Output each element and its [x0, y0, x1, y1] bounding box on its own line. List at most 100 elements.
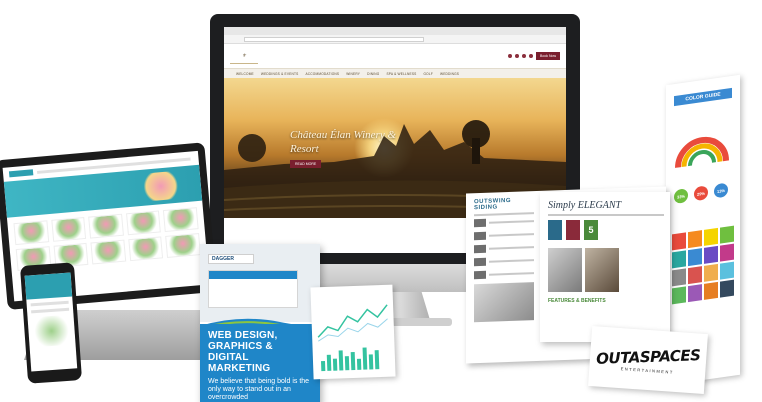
color-swatch: [704, 281, 718, 300]
text-line: [489, 233, 534, 237]
warranty-badge: 5: [584, 220, 598, 240]
color-swatch: [688, 284, 702, 303]
color-swatch: [720, 243, 734, 262]
product-thumbnail: [165, 233, 201, 258]
product-thumbnail: [125, 210, 162, 236]
spec-row: [474, 243, 534, 254]
text-line: [30, 300, 69, 307]
color-swatch: [704, 227, 718, 246]
bar: [356, 358, 362, 370]
product-thumbnail: [13, 220, 49, 246]
nav-item: WEDDINGS: [439, 71, 460, 76]
social-icon: [529, 54, 534, 58]
bar: [320, 360, 326, 372]
spec-row: [474, 230, 534, 241]
color-swatch: [672, 232, 686, 251]
product-thumbnail: [90, 239, 127, 265]
phone-hero-banner: [24, 272, 73, 300]
text-line: [489, 246, 534, 250]
nav-item: DINING: [367, 71, 380, 76]
nav-item: WINERY: [346, 71, 361, 76]
color-swatch-grid: [672, 225, 734, 305]
product-thumbnail: [88, 213, 124, 239]
color-swatch: [688, 248, 702, 267]
door-photo: [585, 248, 619, 292]
mockup-header: [209, 271, 297, 279]
web-design-brochure: DAGGER WEB DESIGN, GRAPHICS & DIGITAL MA…: [200, 244, 320, 402]
phone-screen: [24, 272, 78, 372]
bar: [350, 351, 356, 371]
site-logo: ⚜: [230, 48, 258, 64]
spec-row: [474, 269, 534, 280]
door-thumbnail: [474, 218, 486, 228]
banner-title: COLOR GUIDE: [674, 87, 732, 107]
brochure-text-panel: WEB DESIGN, GRAPHICS & DIGITAL MARKETING…: [200, 324, 320, 402]
divider: [474, 212, 534, 217]
gauge-graphic: [675, 136, 729, 168]
brochure-heading: OUTSWING SIDING: [474, 197, 511, 212]
brochure-body: We believe that being bold is the only w…: [208, 378, 310, 401]
color-swatch: [672, 286, 686, 305]
text-line: [489, 220, 534, 224]
bar: [362, 347, 368, 370]
product-thumbnail: [50, 216, 87, 242]
nav-item: GOLF: [423, 71, 433, 76]
color-swatch: [720, 261, 734, 280]
url-field: [244, 36, 424, 42]
color-swatch: [672, 250, 686, 269]
logo-subtitle: ENTERTAINMENT: [620, 365, 674, 375]
door-photo: [474, 282, 534, 323]
divider: [548, 214, 664, 216]
brochure-tagline: Simply ELEGANT: [548, 200, 622, 211]
text-line: [489, 259, 534, 263]
color-swatch: [672, 268, 686, 287]
nav-item: WELCOME: [236, 71, 254, 76]
website-mockup: [208, 270, 298, 308]
door-thumbnail: [474, 270, 486, 280]
brochure-cover-area: DAGGER: [200, 244, 320, 322]
stat-circle: 33%: [674, 188, 688, 205]
elegant-panel: Simply ELEGANT 5 FEATURES & BENEFITS: [540, 192, 670, 304]
door-gallery: [548, 248, 664, 292]
flower-basket-photo: [139, 170, 182, 202]
browser-tab-bar: [224, 27, 566, 35]
lock-icon: [566, 220, 580, 240]
brochure-left-panel: OUTSWING SIDING: [466, 191, 540, 323]
product-thumbnail: [163, 207, 199, 233]
site-nav: WELCOME WEDDINGS & EVENTS ACCOMMODATIONS…: [224, 68, 566, 78]
color-swatch: [720, 225, 734, 244]
social-icon: [522, 54, 527, 58]
color-swatch: [688, 230, 702, 249]
elegant-brochure: Simply ELEGANT 5 FEATURES & BENEFITS: [540, 192, 670, 342]
bar: [332, 358, 338, 371]
line-chart-graphic: [317, 304, 388, 342]
door-thumbnail: [474, 231, 486, 241]
site-utility-bar: Book Now: [508, 52, 560, 60]
color-swatch: [720, 279, 734, 298]
badge-row: 5: [548, 220, 664, 240]
brochure-headline: WEB DESIGN, GRAPHICS & DIGITAL MARKETING: [208, 330, 278, 374]
features-heading: FEATURES & BENEFITS: [548, 298, 606, 304]
spec-row: [474, 217, 534, 228]
logo-wordmark: OUTASPACES: [595, 345, 701, 368]
bar: [374, 350, 380, 370]
smartphone: [19, 262, 83, 384]
color-swatch: [688, 266, 702, 285]
color-swatch: [704, 263, 718, 282]
book-now-button: Book Now: [536, 52, 560, 60]
analytics-sheet: [310, 284, 396, 380]
bar: [326, 354, 332, 371]
hero-title: Château Élan Winery & Resort: [290, 129, 397, 155]
social-icon: [508, 54, 513, 58]
text-line: [489, 272, 534, 276]
stat-circle: 29%: [694, 185, 708, 202]
browser-url-bar: [224, 35, 566, 44]
bar: [344, 356, 350, 371]
hero-read-more-button: READ MORE: [290, 160, 322, 168]
nav-item: SPA & WELLNESS: [386, 71, 417, 76]
nav-item: WEDDINGS & EVENTS: [260, 71, 299, 76]
shield-icon: [548, 220, 562, 240]
door-photo: [548, 248, 582, 292]
door-thumbnail: [474, 257, 486, 267]
product-photo: [31, 314, 72, 348]
